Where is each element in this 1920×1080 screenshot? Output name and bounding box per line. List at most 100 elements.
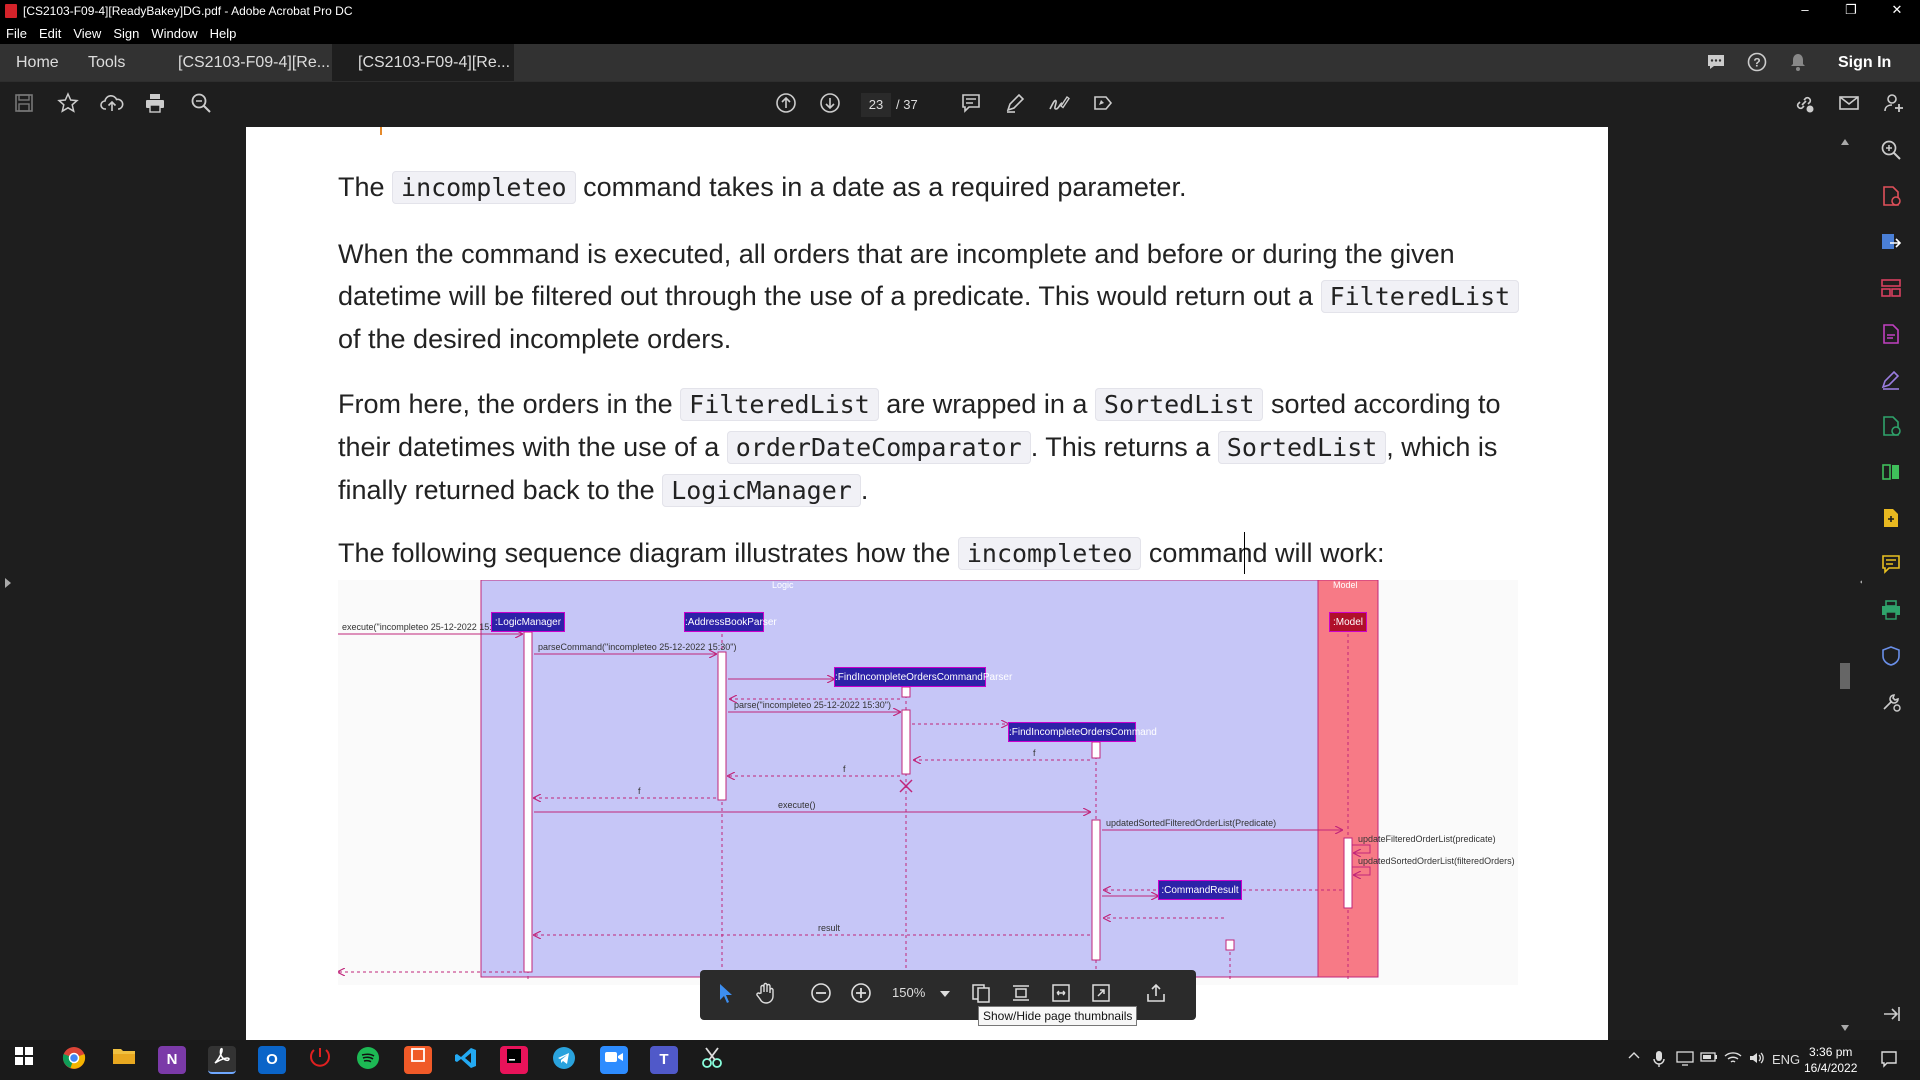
text-span: From here, the orders in the [338,389,681,419]
comment-tool-icon[interactable] [1878,553,1904,579]
request-signatures-icon[interactable] [1878,415,1904,441]
zoom-meetings-icon[interactable] [600,1046,628,1074]
outlook-icon[interactable]: O [258,1046,286,1074]
vertical-scrollbar[interactable] [1836,127,1854,1040]
page-number-input[interactable]: 23 [861,93,891,117]
acrobat-icon[interactable] [208,1046,236,1074]
vscode-icon[interactable] [452,1046,480,1074]
paragraph-4: The following sequence diagram illustrat… [338,532,1548,575]
notifications-icon[interactable] [1880,1050,1898,1071]
print-icon[interactable] [142,92,168,118]
notification-bell-icon[interactable] [1787,52,1809,74]
windows-start-icon[interactable] [10,1046,38,1074]
menu-window[interactable]: Window [151,26,197,41]
msg-update-filtered: updateFilteredOrderList(predicate) [1358,834,1496,844]
snipping-tool-icon[interactable] [698,1046,726,1074]
system-clock[interactable]: 3:36 pm 16/4/2022 [1804,1044,1857,1076]
scrollbar-thumb[interactable] [1840,663,1850,689]
compare-files-icon[interactable] [1878,461,1904,487]
sequence-diagram-svg: Logic Model execute("incompleteo 25-12-2… [338,580,1515,980]
wifi-icon[interactable] [1724,1050,1742,1069]
help-icon[interactable]: ? [1746,52,1768,74]
more-tools-icon[interactable] [1878,691,1904,717]
text-span: command will work: [1141,538,1385,568]
next-page-icon[interactable] [817,92,843,118]
language-indicator[interactable]: ENG [1772,1052,1800,1067]
page-total: / 37 [896,97,918,112]
zoom-out-icon[interactable] [808,982,834,1008]
spotify-icon[interactable] [354,1046,382,1074]
minimize-button[interactable]: – [1782,0,1828,22]
zoom-level[interactable]: 150% [892,985,925,1000]
previous-page-icon[interactable] [773,92,799,118]
tab-tools[interactable]: Tools [88,44,125,81]
menu-edit[interactable]: Edit [39,26,61,41]
save-icon[interactable] [11,92,37,118]
microphone-icon[interactable] [1652,1050,1666,1071]
email-icon[interactable] [1836,92,1862,118]
close-window-button[interactable]: ✕ [1874,0,1920,22]
tab-home[interactable]: Home [16,44,59,81]
menu-help[interactable]: Help [210,26,237,41]
screen-share-icon[interactable] [1676,1050,1694,1069]
telegram-icon[interactable] [550,1046,578,1074]
fit-page-icon[interactable] [1008,982,1034,1008]
onenote-icon[interactable]: N [158,1046,186,1074]
send-for-signature-icon[interactable] [1090,92,1116,118]
export-pdf-icon[interactable] [1878,185,1904,211]
activation-logic-manager [523,631,533,973]
tab-document-2[interactable]: [CS2103-F09-4][Re... × [332,44,514,108]
zoom-dropdown-icon[interactable] [932,982,958,1008]
comment-icon[interactable] [958,92,984,118]
text-span: . This returns a [1030,432,1218,462]
create-pdf-icon[interactable] [1878,323,1904,349]
window-title: [CS2103-F09-4][ReadyBakey]DG.pdf - Adobe… [23,4,353,18]
combine-files-icon[interactable] [1878,507,1904,533]
zoom-in-icon[interactable] [1878,139,1904,165]
page-marker [380,127,382,135]
tab-bar: Home Tools [CS2103-F09-4][Re... [CS2103-… [0,44,1920,108]
organize-pages-icon[interactable] [1878,277,1904,303]
edit-pdf-icon[interactable] [1878,231,1904,257]
hand-tool-icon[interactable] [753,982,779,1008]
page-thumbnails-icon[interactable] [968,982,994,1008]
share-upload-icon[interactable] [1143,982,1169,1008]
lifeline-box-logic-manager: :LogicManager [491,612,565,632]
sign-in-button[interactable]: Sign In [1838,44,1891,81]
file-explorer-icon[interactable] [110,1046,138,1074]
lifeline-box-command: :FindIncompleteOrdersCommand [1008,722,1157,742]
postman-icon[interactable] [404,1046,432,1074]
text-cursor [1244,532,1245,574]
volume-icon[interactable] [1748,1050,1766,1069]
menu-view[interactable]: View [73,26,101,41]
collapse-panel-icon[interactable] [1878,1003,1904,1029]
menu-file[interactable]: File [6,26,27,41]
protect-shield-icon[interactable] [1878,645,1904,671]
zoom-search-icon[interactable] [188,92,214,118]
bookmark-star-icon[interactable] [55,92,81,118]
fill-sign-icon[interactable] [1878,369,1904,395]
teams-icon[interactable]: T [650,1046,678,1074]
chat-icon[interactable] [1705,52,1727,74]
upload-cloud-icon[interactable] [99,92,125,118]
zoom-in-button-icon[interactable] [848,982,874,1008]
show-hidden-icons[interactable] [1628,1050,1640,1065]
chrome-icon[interactable] [60,1046,88,1074]
share-link-icon[interactable] [1791,92,1817,118]
fit-width-icon[interactable] [1048,982,1074,1008]
menu-sign[interactable]: Sign [113,26,139,41]
expand-left-panel-icon[interactable] [4,577,12,589]
terminal-app-icon[interactable] [306,1046,334,1074]
paragraph-1: The incompleteo command takes in a date … [338,166,1548,209]
highlight-pen-icon[interactable] [1002,92,1028,118]
select-cursor-icon[interactable] [713,982,739,1008]
add-person-icon[interactable] [1881,92,1907,118]
sign-icon[interactable] [1046,92,1072,118]
tab-document-1[interactable]: [CS2103-F09-4][Re... [178,44,330,81]
battery-icon[interactable] [1700,1050,1718,1067]
text-span: The [338,172,393,202]
print-production-icon[interactable] [1878,599,1904,625]
intellij-icon[interactable] [500,1046,528,1074]
maximize-button[interactable]: ❐ [1828,0,1874,22]
full-screen-icon[interactable] [1088,982,1114,1008]
